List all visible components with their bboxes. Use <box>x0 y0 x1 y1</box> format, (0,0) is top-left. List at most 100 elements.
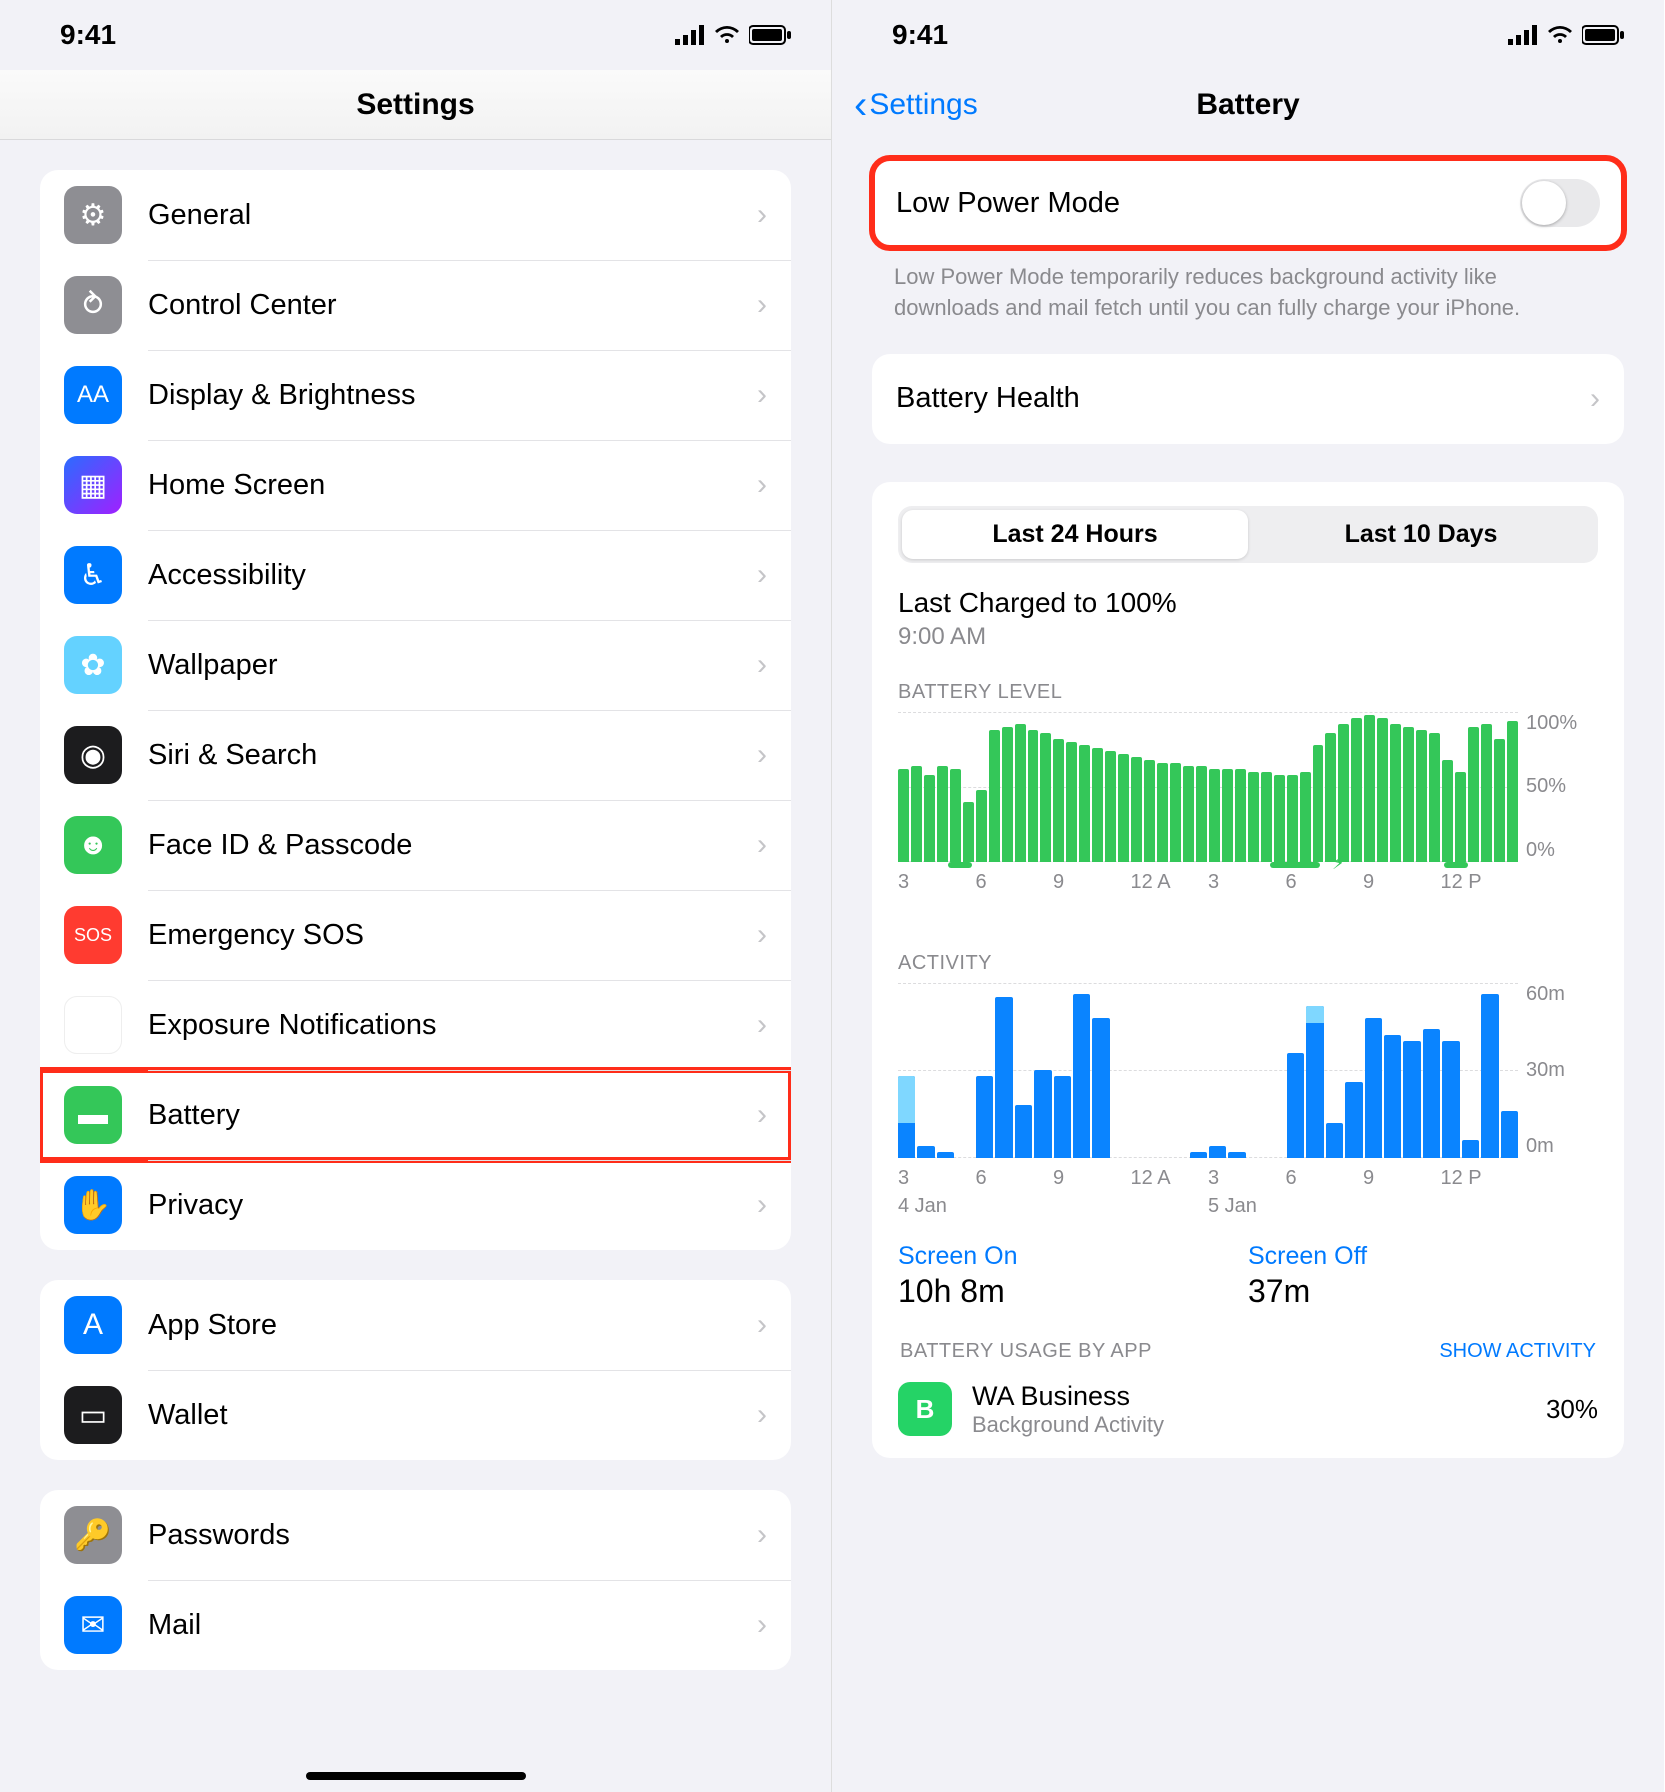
settings-row-passwords[interactable]: 🔑Passwords› <box>40 1490 791 1580</box>
faceid-icon: ☻ <box>64 816 122 874</box>
battery-level-bar <box>1092 748 1103 862</box>
battery-level-bar <box>1287 775 1298 862</box>
chevron-left-icon: ‹ <box>854 85 867 125</box>
activity-bar <box>1073 994 1090 1157</box>
settings-row-home-screen[interactable]: ▦Home Screen› <box>40 440 791 530</box>
battery-usage-card: Last 24 Hours Last 10 Days Last Charged … <box>872 482 1624 1458</box>
wallet-icon: ▭ <box>64 1386 122 1444</box>
status-time: 9:41 <box>60 19 116 51</box>
settings-row-faceid[interactable]: ☻Face ID & Passcode› <box>40 800 791 890</box>
settings-row-label: Privacy <box>148 1189 757 1222</box>
y-tick: 100% <box>1526 712 1577 735</box>
settings-row-display[interactable]: AADisplay & Brightness› <box>40 350 791 440</box>
passwords-icon: 🔑 <box>64 1506 122 1564</box>
battery-level-bar <box>1015 724 1026 862</box>
usage-summary: Screen On 10h 8m Screen Off 37m <box>898 1242 1598 1310</box>
battery-level-bar <box>1313 745 1324 862</box>
back-button[interactable]: ‹ Settings <box>854 85 978 125</box>
settings-row-control-center[interactable]: ⥁Control Center› <box>40 260 791 350</box>
settings-row-wallet[interactable]: ▭Wallet› <box>40 1370 791 1460</box>
battery-level-bar <box>1468 727 1479 862</box>
settings-content[interactable]: ⚙︎General›⥁Control Center›AADisplay & Br… <box>0 140 831 1792</box>
battery-level-bar <box>1105 751 1116 862</box>
app-sub: Background Activity <box>972 1412 1164 1438</box>
chevron-right-icon: › <box>757 1608 767 1642</box>
settings-group: AApp Store›▭Wallet› <box>40 1280 791 1460</box>
settings-row-privacy[interactable]: ✋Privacy› <box>40 1160 791 1250</box>
screen-off-value: 37m <box>1248 1273 1598 1310</box>
settings-group: ⚙︎General›⥁Control Center›AADisplay & Br… <box>40 170 791 1250</box>
activity-bar <box>1306 1006 1323 1158</box>
wa-business-icon: B <box>898 1382 952 1436</box>
settings-row-label: Battery <box>148 1099 757 1132</box>
settings-group: 🔑Passwords›✉Mail› <box>40 1490 791 1670</box>
privacy-icon: ✋ <box>64 1176 122 1234</box>
settings-row-accessibility[interactable]: ♿︎Accessibility› <box>40 530 791 620</box>
settings-row-wallpaper[interactable]: ✿Wallpaper› <box>40 620 791 710</box>
x-tick: 9 <box>1363 1167 1441 1190</box>
settings-row-label: Wallpaper <box>148 649 757 682</box>
y-tick: 50% <box>1526 775 1566 798</box>
chevron-right-icon: › <box>757 198 767 232</box>
show-activity-button[interactable]: SHOW ACTIVITY <box>1439 1340 1596 1363</box>
activity-bar <box>1190 1152 1207 1158</box>
screen-off-summary[interactable]: Screen Off 37m <box>1248 1242 1598 1310</box>
battery-level-bar <box>1351 718 1362 862</box>
status-bar: 9:41 <box>0 0 831 70</box>
last-charged-time: 9:00 AM <box>898 623 1598 651</box>
y-tick: 30m <box>1526 1059 1565 1082</box>
battery-indicator-icon <box>749 25 791 45</box>
battery-level-bar <box>1442 760 1453 862</box>
screen-off-label: Screen Off <box>1248 1242 1598 1271</box>
segment-10d[interactable]: Last 10 Days <box>1248 510 1594 559</box>
activity-bar <box>937 1152 954 1158</box>
settings-row-exposure[interactable]: ✺Exposure Notifications› <box>40 980 791 1070</box>
settings-row-siri[interactable]: ◉Siri & Search› <box>40 710 791 800</box>
activity-bar <box>1403 1041 1420 1158</box>
settings-row-label: Siri & Search <box>148 739 757 772</box>
settings-row-mail[interactable]: ✉Mail› <box>40 1580 791 1670</box>
low-power-mode-toggle[interactable] <box>1520 179 1600 227</box>
siri-icon: ◉ <box>64 726 122 784</box>
home-indicator[interactable] <box>306 1772 526 1780</box>
activity-bar <box>1481 994 1498 1157</box>
apps-usage-label: BATTERY USAGE BY APP <box>900 1340 1152 1363</box>
battery-level-bar <box>898 769 909 862</box>
time-range-segment[interactable]: Last 24 Hours Last 10 Days <box>898 506 1598 563</box>
screen-on-summary[interactable]: Screen On 10h 8m <box>898 1242 1248 1310</box>
display-icon: AA <box>64 366 122 424</box>
x-tick: 12 A <box>1131 871 1209 894</box>
home-screen-icon: ▦ <box>64 456 122 514</box>
settings-row-battery[interactable]: ▬Battery› <box>40 1070 791 1160</box>
activity-bar <box>1365 1018 1382 1158</box>
battery-level-bar <box>1131 757 1142 862</box>
activity-bar <box>995 997 1012 1157</box>
chevron-right-icon: › <box>757 1308 767 1342</box>
battery-level-bar <box>1040 733 1051 862</box>
battery-level-label: BATTERY LEVEL <box>898 681 1598 704</box>
activity-bar <box>1442 1041 1459 1158</box>
settings-row-label: Emergency SOS <box>148 919 757 952</box>
low-power-mode-row[interactable]: Low Power Mode <box>872 158 1624 248</box>
y-tick: 60m <box>1526 983 1565 1006</box>
sos-icon: SOS <box>64 906 122 964</box>
appstore-icon: A <box>64 1296 122 1354</box>
segment-24h[interactable]: Last 24 Hours <box>902 510 1248 559</box>
battery-content[interactable]: Low Power Mode Low Power Mode temporaril… <box>832 140 1664 1792</box>
battery-level-bar <box>1325 733 1336 862</box>
settings-row-label: Face ID & Passcode <box>148 829 757 862</box>
activity-bar <box>1092 1018 1109 1158</box>
app-usage-row[interactable]: B WA Business Background Activity 30% <box>898 1381 1598 1438</box>
settings-row-general[interactable]: ⚙︎General› <box>40 170 791 260</box>
settings-row-appstore[interactable]: AApp Store› <box>40 1280 791 1370</box>
activity-bar <box>976 1076 993 1158</box>
settings-row-sos[interactable]: SOSEmergency SOS› <box>40 890 791 980</box>
activity-bar <box>1345 1082 1362 1158</box>
battery-level-bar <box>1403 727 1414 862</box>
battery-health-row[interactable]: Battery Health › <box>872 354 1624 444</box>
battery-screen: 9:41 ‹ Settings Battery Low Power Mode L… <box>832 0 1664 1792</box>
battery-level-bar <box>1248 772 1259 862</box>
low-power-mode-label: Low Power Mode <box>896 187 1520 220</box>
activity-bar <box>1228 1152 1245 1158</box>
battery-header: ‹ Settings Battery <box>832 70 1664 140</box>
